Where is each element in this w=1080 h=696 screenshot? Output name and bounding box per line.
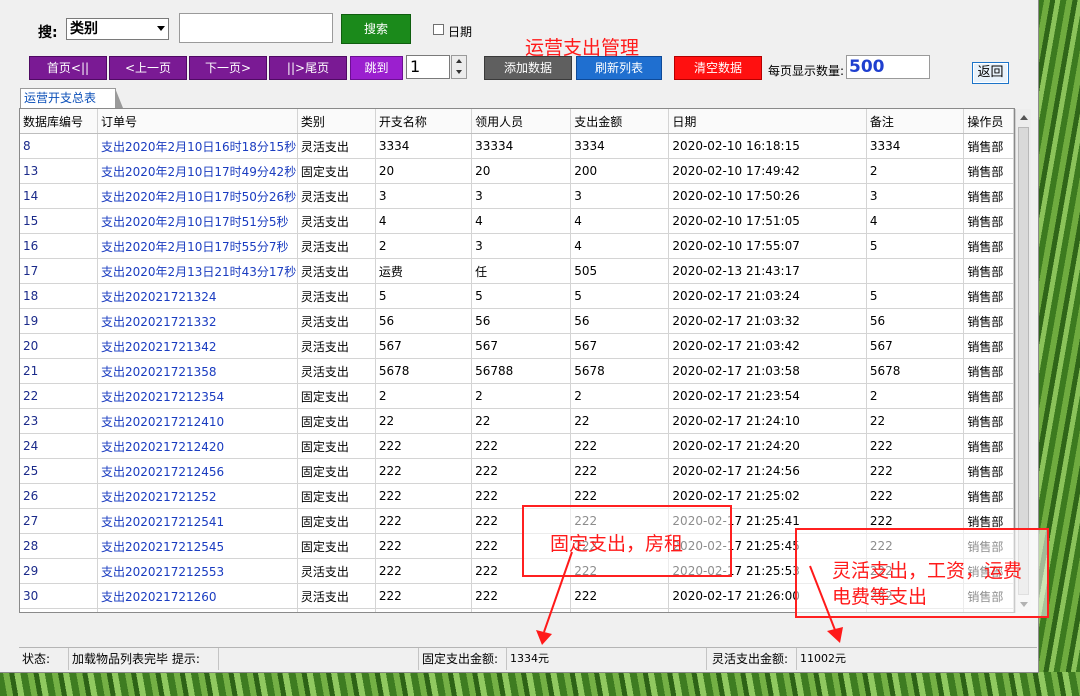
- annotation-arrows: [536, 551, 843, 645]
- fixed-arrow-head-icon: [536, 630, 552, 645]
- fixed-arrow-line: [543, 551, 573, 633]
- flex-arrow-head-icon: [827, 627, 843, 643]
- flex-arrow-line: [809, 565, 836, 631]
